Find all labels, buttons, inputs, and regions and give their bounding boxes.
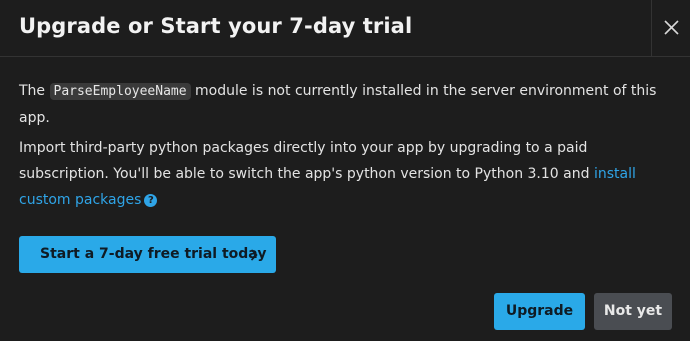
message-prefix: The <box>19 83 50 99</box>
upgrade-text: Import third-party python packages direc… <box>19 140 594 182</box>
dialog-header: Upgrade or Start your 7-day trial <box>0 0 690 57</box>
chevron-right-icon <box>250 249 258 261</box>
dialog-title: Upgrade or Start your 7-day trial <box>19 14 413 38</box>
module-name: ParseEmployeeName <box>49 83 191 100</box>
start-trial-label: Start a 7-day free trial today <box>40 246 267 262</box>
upgrade-button[interactable]: Upgrade <box>494 293 585 330</box>
upgrade-message: Import third-party python packages direc… <box>19 135 679 213</box>
close-button[interactable] <box>651 0 690 56</box>
not-installed-message: The ParseEmployeeName module is not curr… <box>19 78 679 131</box>
start-trial-button[interactable]: Start a 7-day free trial today <box>19 236 276 273</box>
not-yet-button[interactable]: Not yet <box>594 293 672 330</box>
dialog-body: The ParseEmployeeName module is not curr… <box>19 78 679 217</box>
help-icon[interactable]: ? <box>144 194 158 207</box>
upgrade-dialog: Upgrade or Start your 7-day trial The Pa… <box>0 0 690 341</box>
close-icon <box>664 20 679 35</box>
